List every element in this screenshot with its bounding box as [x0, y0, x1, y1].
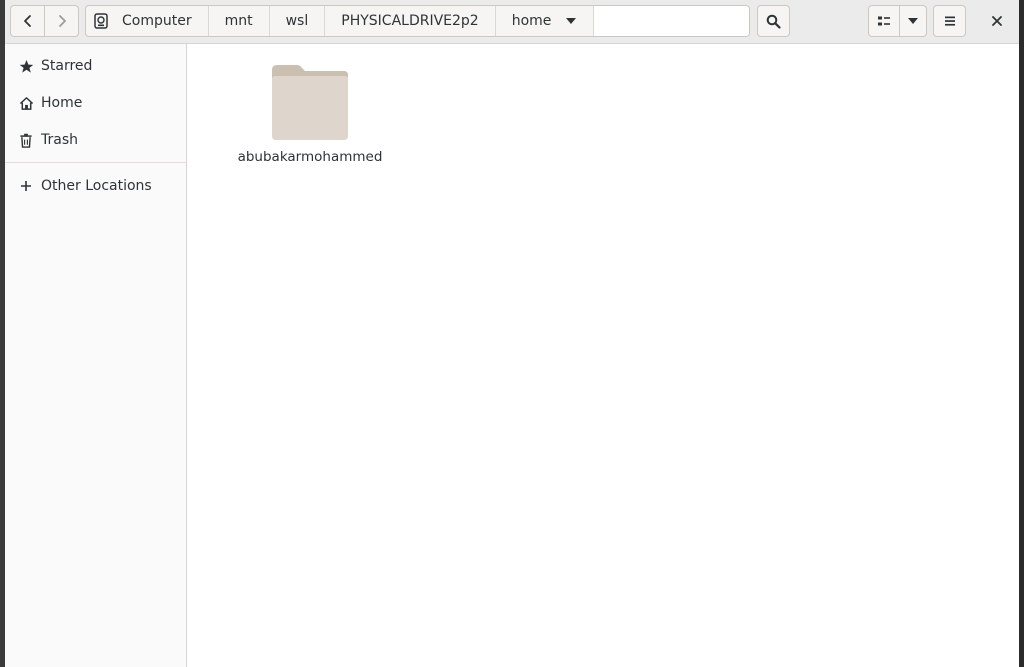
sidebar-item-label: Starred: [41, 58, 93, 74]
crumb-computer[interactable]: Computer: [86, 6, 209, 36]
crumb-mnt[interactable]: mnt: [209, 6, 270, 36]
sidebar-item-home[interactable]: Home: [5, 85, 187, 121]
plus-icon: [18, 178, 34, 194]
forward-button[interactable]: [44, 6, 78, 36]
crumb-label: wsl: [285, 13, 309, 29]
hamburger-menu-icon: [944, 16, 955, 26]
header-bar: Computer mnt wsl PHYSICALDRIVE2p2 home: [5, 0, 1019, 44]
sidebar-item-starred[interactable]: Starred: [5, 48, 187, 84]
sidebar-item-label: Home: [41, 95, 83, 111]
search-button[interactable]: [757, 5, 790, 37]
crumb-label: PHYSICALDRIVE2p2: [341, 13, 479, 29]
places-sidebar: Starred Home Trash Other Locations: [5, 44, 187, 667]
view-options-group: [868, 5, 927, 37]
path-bar: Computer mnt wsl PHYSICALDRIVE2p2 home: [85, 5, 750, 37]
list-view-button[interactable]: [869, 6, 901, 36]
sidebar-item-other-locations[interactable]: Other Locations: [5, 168, 187, 204]
search-icon: [766, 14, 781, 29]
star-icon: [18, 58, 34, 74]
file-name: abubakarmohammed: [237, 149, 383, 165]
close-icon: [992, 16, 1002, 26]
file-manager-window: Computer mnt wsl PHYSICALDRIVE2p2 home S…: [5, 0, 1019, 667]
close-button[interactable]: [981, 5, 1013, 37]
folder-icon: [272, 65, 348, 140]
drive-icon: [94, 13, 108, 29]
sidebar-item-label: Other Locations: [41, 178, 152, 194]
crumb-wsl[interactable]: wsl: [270, 6, 326, 36]
trash-icon: [18, 132, 34, 148]
chevron-left-icon: [23, 15, 31, 27]
crumb-physicaldrive[interactable]: PHYSICALDRIVE2p2: [325, 6, 496, 36]
view-menu-button[interactable]: [900, 6, 926, 36]
crumb-home-current[interactable]: home: [495, 6, 595, 36]
crumb-label: Computer: [122, 13, 192, 29]
navigation-buttons: [10, 5, 79, 37]
chevron-down-icon: [908, 18, 919, 24]
path-bar-empty-space: [594, 6, 749, 36]
crumb-label: mnt: [224, 13, 253, 29]
sidebar-item-trash[interactable]: Trash: [5, 122, 187, 158]
file-view[interactable]: abubakarmohammed: [187, 44, 1019, 667]
file-item-folder[interactable]: abubakarmohammed: [237, 62, 383, 166]
chevron-right-icon: [58, 15, 66, 27]
chevron-down-icon: [565, 17, 577, 25]
home-icon: [18, 95, 34, 111]
sidebar-item-label: Trash: [41, 132, 78, 148]
back-button[interactable]: [11, 6, 44, 36]
crumb-label: home: [511, 13, 552, 29]
main-menu-button[interactable]: [933, 5, 966, 37]
list-view-icon: [878, 16, 891, 26]
sidebar-separator: [5, 162, 186, 163]
